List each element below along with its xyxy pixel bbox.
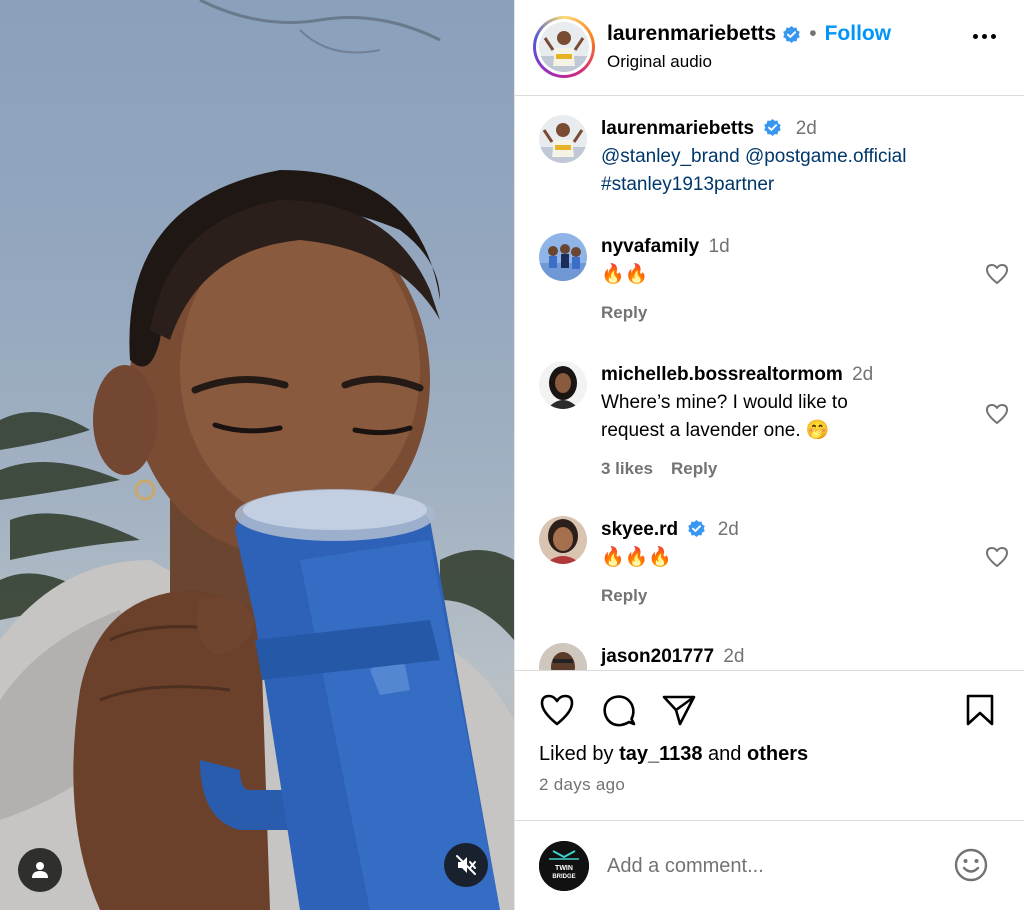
comment-time: 1d — [708, 236, 730, 257]
video-frame — [0, 0, 514, 910]
heart-icon[interactable] — [985, 403, 1009, 425]
comment-username[interactable]: michelleb.bossrealtormom — [601, 364, 843, 385]
mention-link[interactable]: @postgame.official — [745, 146, 907, 167]
liked-by-prefix: Liked by — [539, 743, 614, 765]
comment-username[interactable]: jason201777 — [601, 646, 714, 667]
comment-icon[interactable] — [601, 693, 637, 729]
verified-badge-icon — [763, 118, 782, 137]
muted-speaker-icon — [456, 855, 476, 875]
comment-likes-count[interactable]: 3 likes — [601, 459, 653, 479]
mention-link[interactable]: @stanley_brand — [601, 146, 740, 167]
comment-text: 🔥🔥 — [601, 264, 649, 285]
commenter-avatar[interactable] — [539, 643, 587, 670]
comments-list[interactable]: laurenmariebetts 2d @stanley_brand @post… — [515, 97, 1024, 670]
current-user-avatar: TWIN BRIDGE — [539, 841, 589, 891]
reply-button[interactable]: Reply — [601, 586, 647, 606]
comment-time: 2d — [852, 364, 874, 385]
author-username[interactable]: laurenmariebetts — [607, 22, 776, 46]
add-comment-bar: TWIN BRIDGE — [515, 820, 1024, 910]
verified-badge-icon — [782, 25, 801, 44]
follow-button[interactable]: Follow — [825, 22, 892, 46]
heart-icon[interactable] — [539, 693, 575, 727]
liked-by-connector: and — [708, 743, 742, 765]
commenter-avatar[interactable] — [539, 516, 587, 564]
comment-username[interactable]: skyee.rd — [601, 519, 678, 540]
verified-badge-icon — [687, 519, 706, 538]
commenter-avatar[interactable] — [539, 233, 587, 281]
separator-dot: • — [809, 22, 817, 45]
comment-text-line: request a lavender one. 🤭 — [601, 420, 830, 441]
caption-time: 2d — [795, 118, 817, 139]
post-header: laurenmariebetts • Follow Original audio — [515, 0, 1024, 96]
avatar-logo-text: BRIDGE — [552, 874, 575, 880]
share-icon[interactable] — [661, 693, 697, 727]
caption-username[interactable]: laurenmariebetts — [601, 118, 754, 139]
author-avatar — [539, 22, 589, 72]
comment-username[interactable]: nyvafamily — [601, 236, 699, 257]
user-tag-button[interactable] — [18, 848, 62, 892]
author-avatar[interactable] — [539, 115, 587, 163]
more-options-icon[interactable] — [973, 34, 996, 39]
mute-toggle-button[interactable] — [444, 843, 488, 887]
comment-time: 2d — [717, 519, 739, 540]
hashtag-link[interactable]: #stanley1913partner — [601, 174, 774, 195]
comment-text: 🔥🔥🔥 — [601, 547, 672, 568]
reply-button[interactable]: Reply — [601, 303, 647, 323]
liked-by-others[interactable]: others — [747, 743, 808, 765]
comment-text-line: Where’s mine? I would like to — [601, 392, 848, 413]
post-side-panel: laurenmariebetts • Follow Original audio — [514, 0, 1024, 910]
bookmark-icon[interactable] — [965, 693, 995, 727]
comment-time: 2d — [723, 646, 745, 667]
heart-icon[interactable] — [985, 263, 1009, 285]
emoji-icon[interactable] — [953, 847, 989, 883]
commenter-avatar[interactable] — [539, 361, 587, 409]
comment-input[interactable] — [607, 851, 937, 881]
avatar-logo-text: TWIN — [555, 865, 573, 872]
reel-video[interactable] — [0, 0, 514, 910]
original-audio-link[interactable]: Original audio — [607, 52, 712, 72]
author-avatar-story-ring[interactable] — [533, 16, 595, 78]
reply-button[interactable]: Reply — [671, 459, 717, 479]
heart-icon[interactable] — [985, 546, 1009, 568]
liked-by-user[interactable]: tay_1138 — [619, 743, 702, 765]
post-actions: Liked by tay_1138 and others 2 days ago — [515, 670, 1024, 820]
post-timestamp[interactable]: 2 days ago — [539, 775, 625, 795]
user-tag-icon — [32, 862, 48, 878]
liked-by-summary: Liked by tay_1138 and others — [539, 743, 808, 766]
